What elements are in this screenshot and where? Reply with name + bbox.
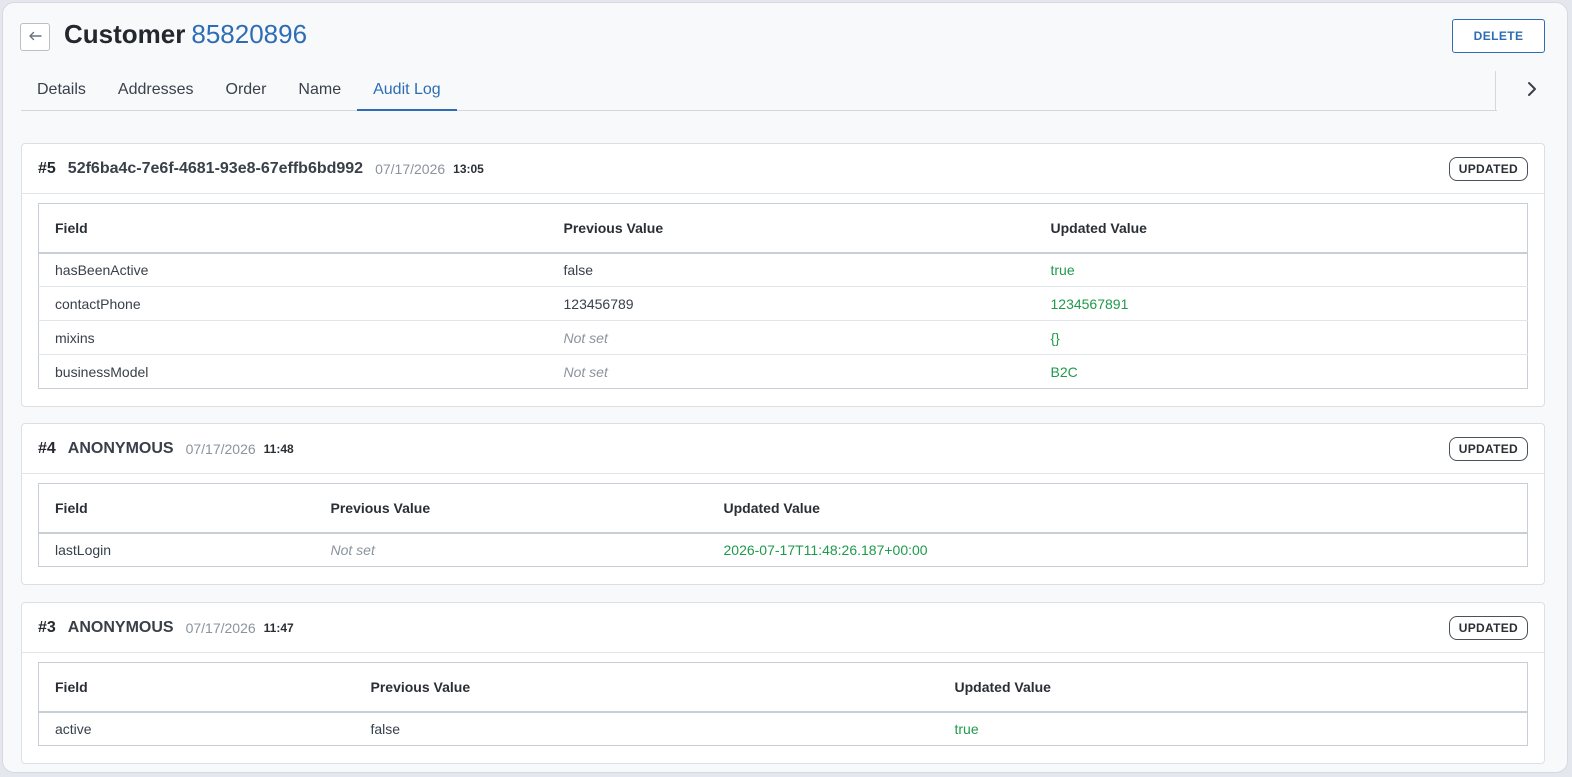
previous-value: Not set — [314, 532, 708, 567]
entry-date: 07/17/2026 — [185, 440, 256, 457]
tab-name[interactable]: Name — [282, 71, 357, 111]
audit-entry-header: #4 ANONYMOUS 07/17/2026 11:48 UPDATED — [22, 424, 1544, 474]
updated-value: true — [1034, 252, 1528, 287]
page-header: Customer 85820896 DELETE — [3, 3, 1567, 71]
entry-number: #3 — [38, 618, 56, 636]
column-header-field: Field — [38, 203, 548, 254]
audit-entry-header: #5 52f6ba4c-7e6f-4681-93e8-67effb6bd992 … — [22, 144, 1544, 194]
updated-value: 1234567891 — [1034, 286, 1528, 321]
previous-value: Not set — [547, 320, 1035, 355]
previous-value: false — [547, 252, 1035, 287]
entry-user: ANONYMOUS — [67, 618, 174, 636]
column-header-updated: Updated Value — [707, 483, 1528, 534]
table-row: hasBeenActive false true — [38, 252, 1528, 287]
table-header-row: Field Previous Value Updated Value — [38, 203, 1528, 254]
status-badge: UPDATED — [1448, 437, 1528, 461]
table-header-row: Field Previous Value Updated Value — [38, 662, 1528, 713]
arrow-left-icon — [28, 28, 42, 46]
tab-audit-log[interactable]: Audit Log — [357, 71, 457, 111]
customer-id: 85820896 — [191, 19, 308, 49]
tab-order[interactable]: Order — [210, 71, 283, 111]
tab-bar: Details Addresses Order Name Audit Log — [21, 71, 1497, 111]
entry-date: 07/17/2026 — [375, 160, 446, 177]
column-header-previous: Previous Value — [547, 203, 1035, 254]
status-badge: UPDATED — [1448, 157, 1528, 181]
field-name: active — [38, 711, 355, 746]
table-row: mixins Not set {} — [38, 320, 1528, 355]
entry-time: 11:48 — [263, 441, 294, 456]
column-header-field: Field — [38, 483, 315, 534]
previous-value: 123456789 — [547, 286, 1035, 321]
table-row: lastLogin Not set 2026-07-17T11:48:26.18… — [38, 532, 1528, 567]
status-badge: UPDATED — [1448, 616, 1528, 640]
audit-table: Field Previous Value Updated Value hasBe… — [38, 203, 1528, 389]
table-row: businessModel Not set B2C — [38, 354, 1528, 389]
field-name: businessModel — [38, 354, 548, 389]
delete-button[interactable]: DELETE — [1452, 19, 1545, 53]
tab-details[interactable]: Details — [21, 71, 102, 111]
field-name: contactPhone — [38, 286, 548, 321]
column-header-updated: Updated Value — [1034, 203, 1528, 254]
entry-number: #4 — [38, 439, 56, 457]
table-row: active false true — [38, 711, 1528, 746]
audit-entry: #5 52f6ba4c-7e6f-4681-93e8-67effb6bd992 … — [21, 143, 1545, 407]
back-button[interactable] — [20, 23, 50, 51]
column-header-updated: Updated Value — [938, 662, 1528, 713]
audit-table: Field Previous Value Updated Value lastL… — [38, 483, 1528, 567]
entry-time: 11:47 — [263, 620, 294, 635]
entry-user: ANONYMOUS — [67, 439, 174, 457]
page-title-label: Customer — [64, 19, 186, 49]
updated-value: 2026-07-17T11:48:26.187+00:00 — [707, 532, 1528, 567]
updated-value: B2C — [1034, 354, 1528, 389]
page-title: Customer 85820896 — [64, 19, 307, 50]
entry-user: 52f6ba4c-7e6f-4681-93e8-67effb6bd992 — [67, 159, 364, 177]
column-header-field: Field — [38, 662, 355, 713]
audit-table: Field Previous Value Updated Value activ… — [38, 662, 1528, 746]
app-frame: Customer 85820896 DELETE Details Addresse… — [2, 2, 1568, 773]
entry-time: 13:05 — [453, 161, 484, 176]
table-row: contactPhone 123456789 1234567891 — [38, 286, 1528, 321]
audit-entry: #3 ANONYMOUS 07/17/2026 11:47 UPDATED Fi… — [21, 602, 1545, 764]
field-name: mixins — [38, 320, 548, 355]
tab-addresses[interactable]: Addresses — [102, 71, 210, 111]
previous-value: false — [354, 711, 939, 746]
entry-number: #5 — [38, 159, 56, 177]
entry-date: 07/17/2026 — [185, 619, 256, 636]
column-header-previous: Previous Value — [314, 483, 708, 534]
field-name: lastLogin — [38, 532, 315, 567]
updated-value: {} — [1034, 320, 1528, 355]
previous-value: Not set — [547, 354, 1035, 389]
updated-value: true — [938, 711, 1528, 746]
tabs-scroll-right-button[interactable] — [1495, 71, 1567, 111]
field-name: hasBeenActive — [38, 252, 548, 287]
chevron-right-icon — [1527, 81, 1537, 102]
table-header-row: Field Previous Value Updated Value — [38, 483, 1528, 534]
audit-entry: #4 ANONYMOUS 07/17/2026 11:48 UPDATED Fi… — [21, 423, 1545, 585]
column-header-previous: Previous Value — [354, 662, 939, 713]
audit-entry-header: #3 ANONYMOUS 07/17/2026 11:47 UPDATED — [22, 603, 1544, 653]
